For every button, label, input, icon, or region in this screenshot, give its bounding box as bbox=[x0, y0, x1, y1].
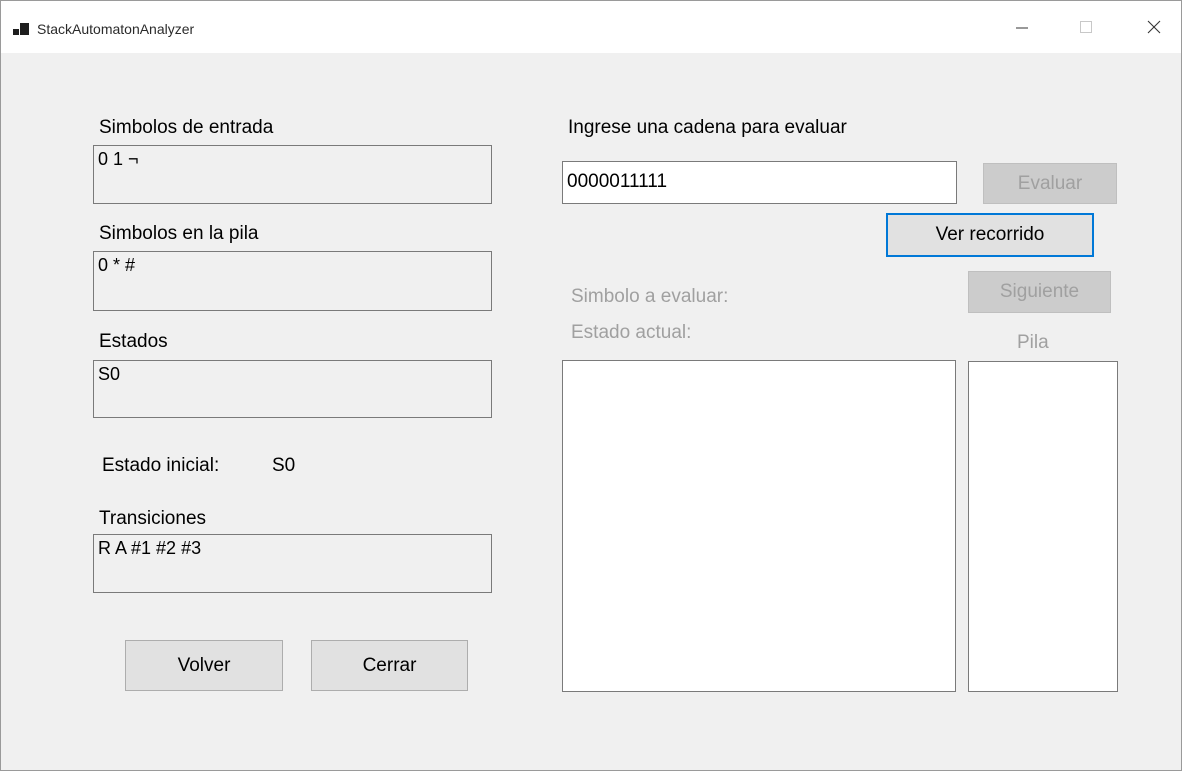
close-button[interactable] bbox=[1131, 1, 1177, 53]
stack-label: Pila bbox=[1017, 332, 1049, 353]
evaluate-prompt-label: Ingrese una cadena para evaluar bbox=[568, 117, 847, 138]
transitions-field[interactable]: R A #1 #2 #3 bbox=[93, 534, 492, 593]
initial-state-value: S0 bbox=[272, 455, 296, 476]
title-bar[interactable]: StackAutomatonAnalyzer bbox=[1, 1, 1181, 53]
app-window: StackAutomatonAnalyzer Simbolos de entra… bbox=[0, 0, 1182, 771]
minimize-icon bbox=[1016, 27, 1028, 29]
stack-listbox[interactable] bbox=[968, 361, 1118, 692]
transitions-label: Transiciones bbox=[99, 508, 207, 529]
stack-symbols-label: Simbolos en la pila bbox=[99, 223, 259, 244]
next-button[interactable]: Siguiente bbox=[968, 271, 1111, 313]
states-label: Estados bbox=[99, 331, 168, 352]
close-form-button[interactable]: Cerrar bbox=[311, 640, 468, 691]
path-listbox[interactable] bbox=[562, 360, 956, 692]
symbol-to-evaluate-label: Simbolo a evaluar: bbox=[571, 286, 729, 307]
string-input[interactable]: 0000011111 bbox=[562, 161, 957, 204]
input-symbols-label: Simbolos de entrada bbox=[99, 117, 274, 138]
stack-symbols-field[interactable]: 0 * # bbox=[93, 251, 492, 311]
back-button[interactable]: Volver bbox=[125, 640, 283, 691]
minimize-button[interactable] bbox=[999, 1, 1045, 53]
initial-state-label: Estado inicial: bbox=[102, 455, 220, 476]
evaluate-button[interactable]: Evaluar bbox=[983, 163, 1117, 204]
view-path-button[interactable]: Ver recorrido bbox=[886, 213, 1094, 257]
states-field[interactable]: S0 bbox=[93, 360, 492, 418]
close-icon bbox=[1147, 20, 1161, 34]
window-title: StackAutomatonAnalyzer bbox=[37, 21, 195, 37]
current-state-label: Estado actual: bbox=[571, 322, 692, 343]
app-icon bbox=[13, 23, 29, 37]
input-symbols-field[interactable]: 0 1 ¬ bbox=[93, 145, 492, 204]
maximize-icon bbox=[1080, 21, 1092, 33]
maximize-button bbox=[1063, 1, 1109, 53]
